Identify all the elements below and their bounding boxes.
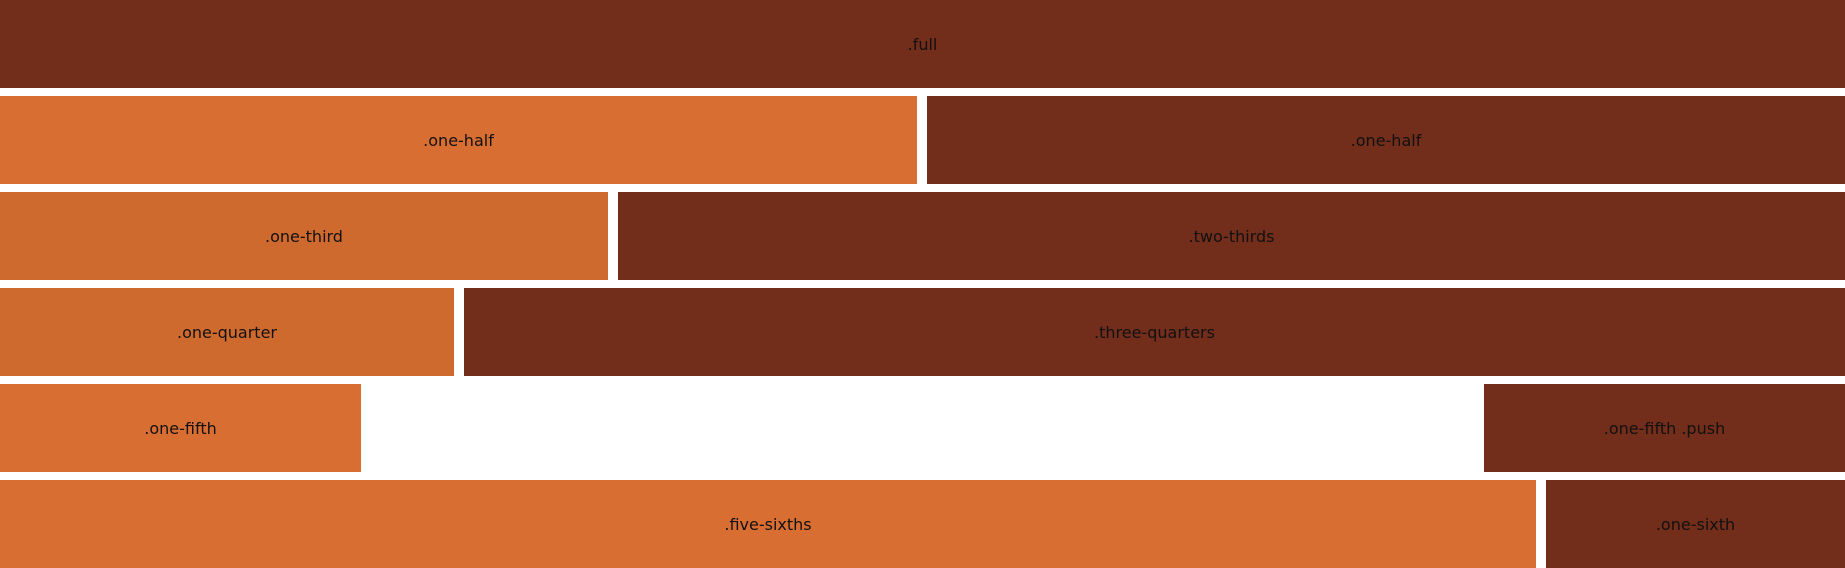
- cell-one-quarter: .one-quarter: [0, 288, 454, 376]
- cell-three-quarters: .three-quarters: [464, 288, 1845, 376]
- row-sixths: .five-sixths .one-sixth: [0, 480, 1845, 568]
- cell-label: .one-third: [265, 226, 343, 246]
- row-halves: .one-half .one-half: [0, 96, 1845, 184]
- cell-one-fifth-push: .one-fifth .push: [1484, 384, 1845, 472]
- cell-one-third: .one-third: [0, 192, 608, 280]
- row-full: .full: [0, 0, 1845, 88]
- cell-one-half-left: .one-half: [0, 96, 917, 184]
- cell-label: .five-sixths: [724, 514, 812, 534]
- cell-one-fifth: .one-fifth: [0, 384, 361, 472]
- row-thirds: .one-third .two-thirds: [0, 192, 1845, 280]
- cell-label: .three-quarters: [1094, 322, 1215, 342]
- grid-demo: .full .one-half .one-half .one-third .tw…: [0, 0, 1845, 568]
- cell-label: .one-fifth: [144, 418, 217, 438]
- cell-label: .one-fifth .push: [1603, 418, 1726, 438]
- cell-label: .one-half: [423, 130, 494, 150]
- cell-label: .one-half: [1350, 130, 1422, 150]
- row-fifths: .one-fifth .one-fifth .push: [0, 384, 1845, 472]
- cell-full: .full: [0, 0, 1845, 88]
- cell-label: .one-quarter: [176, 322, 277, 342]
- cell-one-sixth: .one-sixth: [1546, 480, 1845, 568]
- row-quarters: .one-quarter .three-quarters: [0, 288, 1845, 376]
- cell-one-half-right: .one-half: [927, 96, 1845, 184]
- cell-label: .full: [907, 34, 938, 54]
- cell-two-thirds: .two-thirds: [618, 192, 1845, 280]
- cell-label: .two-thirds: [1188, 226, 1275, 246]
- cell-five-sixths: .five-sixths: [0, 480, 1536, 568]
- cell-label: .one-sixth: [1655, 514, 1736, 534]
